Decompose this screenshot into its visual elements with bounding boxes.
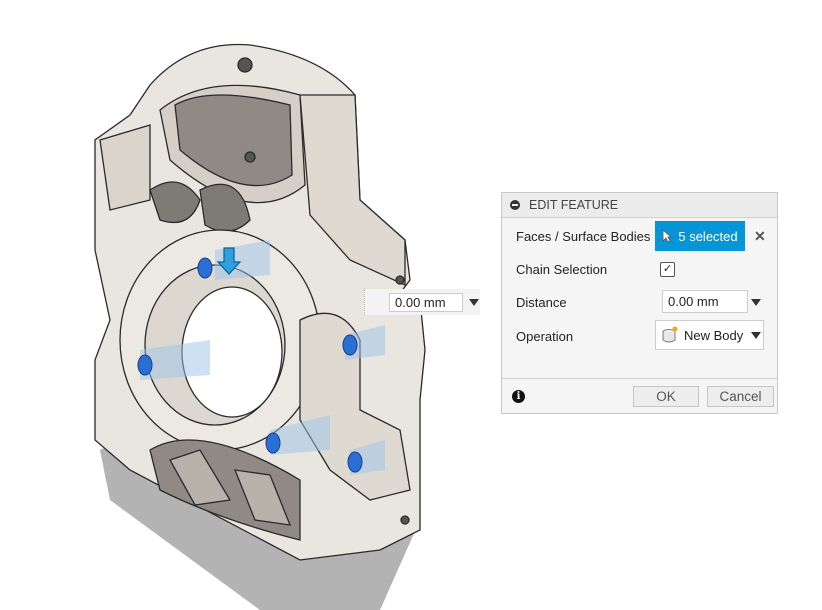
distance-manipulator-dropdown-icon[interactable]	[469, 299, 479, 306]
distance-input[interactable]: 0.00 mm	[662, 290, 748, 313]
collapse-icon[interactable]	[510, 200, 520, 210]
faces-label: Faces / Surface Bodies	[516, 229, 651, 244]
operation-select[interactable]: New Body	[655, 320, 764, 350]
new-body-icon	[662, 326, 678, 343]
faces-selection-button[interactable]: 5 selected	[655, 221, 745, 251]
distance-manipulator-value: 0.00 mm	[395, 295, 446, 310]
info-icon[interactable]: i	[512, 390, 525, 403]
distance-manipulator-field[interactable]: 0.00 mm	[389, 293, 463, 312]
faces-selection-count: 5 selected	[678, 228, 738, 244]
clear-selection-icon[interactable]: ✕	[754, 228, 766, 245]
operation-value: New Body	[684, 327, 744, 343]
distance-label: Distance	[516, 295, 567, 310]
edit-feature-dialog: EDIT FEATURE Faces / Surface Bodies 5 se…	[501, 192, 778, 414]
cursor-arrow-icon	[662, 229, 673, 243]
distance-dropdown-icon[interactable]	[751, 299, 761, 306]
dialog-header[interactable]: EDIT FEATURE	[502, 193, 777, 218]
dialog-title: EDIT FEATURE	[529, 198, 619, 212]
dialog-footer-divider	[502, 378, 777, 379]
chain-selection-checkbox[interactable]: ✓	[660, 262, 675, 277]
chain-selection-label: Chain Selection	[516, 262, 608, 277]
operation-label: Operation	[516, 329, 574, 344]
ok-button[interactable]: OK	[633, 386, 699, 407]
cancel-button[interactable]: Cancel	[707, 386, 774, 407]
distance-manipulator-input: 0.00 mm	[364, 289, 480, 315]
distance-value: 0.00 mm	[668, 294, 719, 309]
operation-dropdown-icon	[751, 332, 761, 339]
